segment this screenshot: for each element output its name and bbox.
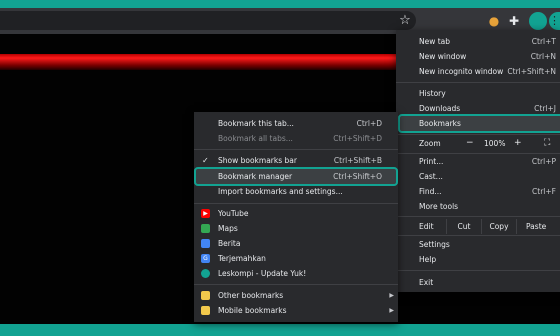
- zoom-out-button[interactable]: −: [466, 136, 474, 151]
- address-bar[interactable]: [0, 11, 416, 30]
- window-bottom-strip: [0, 324, 560, 336]
- menu-divider: [396, 270, 560, 271]
- bookmark-item-label: Terjemahkan: [218, 254, 266, 263]
- bookmark-item-label: Maps: [218, 224, 238, 233]
- window-top-strip: [0, 0, 560, 8]
- menu-divider: [194, 203, 398, 204]
- menu-zoom-row: Zoom − 100% + ⛶: [396, 136, 560, 151]
- bookmarks-submenu: Bookmark this tab... Ctrl+D Bookmark all…: [194, 112, 398, 322]
- mobile-bookmarks[interactable]: Mobile bookmarks ▶: [194, 303, 398, 318]
- zoom-level: 100%: [484, 139, 506, 148]
- bookmark-this-tab-label: Bookmark this tab...: [218, 119, 294, 128]
- menu-divider: [396, 134, 560, 135]
- star-icon[interactable]: ☆: [397, 11, 413, 30]
- maps-icon: [201, 224, 210, 233]
- cut-button[interactable]: Cut: [447, 219, 481, 234]
- menu-more-tools-label: More tools: [419, 202, 459, 211]
- bookmark-item-maps[interactable]: Maps: [194, 221, 398, 236]
- menu-new-incognito-shortcut: Ctrl+Shift+N: [507, 67, 556, 76]
- menu-print[interactable]: Print... Ctrl+P: [396, 154, 560, 169]
- copy-button[interactable]: Copy: [482, 219, 516, 234]
- show-bookmarks-bar[interactable]: ✓ Show bookmarks bar Ctrl+Shift+B: [194, 153, 398, 168]
- menu-divider: [194, 149, 398, 150]
- bookmark-this-tab-shortcut: Ctrl+D: [356, 119, 382, 128]
- show-bookmarks-bar-shortcut: Ctrl+Shift+B: [333, 156, 382, 165]
- translate-icon: G: [201, 254, 210, 263]
- bookmark-item-label: Leskompi - Update Yuk!: [218, 269, 307, 278]
- puzzle-icon[interactable]: ✚: [506, 13, 522, 29]
- menu-print-label: Print...: [419, 157, 444, 166]
- leskompi-icon: [201, 269, 210, 278]
- menu-history-label: History: [419, 89, 446, 98]
- menu-new-tab-label: New tab: [419, 37, 451, 46]
- menu-divider: [396, 235, 560, 236]
- kebab-menu-icon[interactable]: ⋮: [549, 12, 560, 30]
- menu-print-shortcut: Ctrl+P: [531, 157, 556, 166]
- bookmarks-highlight-outline: [398, 114, 560, 133]
- fullscreen-icon[interactable]: ⛶: [544, 136, 550, 151]
- bookmark-all-tabs[interactable]: Bookmark all tabs... Ctrl+Shift+D: [194, 131, 398, 146]
- chevron-right-icon: ▶: [389, 292, 394, 299]
- bookmark-item-label: YouTube: [218, 209, 249, 218]
- check-icon: ✓: [202, 156, 209, 165]
- menu-help-label: Help: [419, 255, 437, 264]
- menu-new-incognito[interactable]: New incognito window Ctrl+Shift+N: [396, 64, 560, 79]
- menu-history[interactable]: History: [396, 86, 560, 101]
- red-banner: [0, 54, 400, 70]
- menu-find[interactable]: Find... Ctrl+F: [396, 184, 560, 199]
- menu-more-tools[interactable]: More tools: [396, 199, 560, 214]
- menu-new-window-label: New window: [419, 52, 467, 61]
- bookmark-item-terjemahkan[interactable]: G Terjemahkan: [194, 251, 398, 266]
- menu-new-window[interactable]: New window Ctrl+N: [396, 49, 560, 64]
- menu-divider: [396, 82, 560, 83]
- bookmark-item-berita[interactable]: Berita: [194, 236, 398, 251]
- menu-exit-label: Exit: [419, 278, 434, 287]
- bookmark-this-tab[interactable]: Bookmark this tab... Ctrl+D: [194, 116, 398, 131]
- bookmark-all-tabs-label: Bookmark all tabs...: [218, 134, 293, 143]
- menu-new-tab[interactable]: New tab Ctrl+T: [396, 34, 560, 49]
- mobile-bookmarks-label: Mobile bookmarks: [218, 306, 287, 315]
- menu-divider: [396, 216, 560, 217]
- other-bookmarks-label: Other bookmarks: [218, 291, 284, 300]
- import-bookmarks-label: Import bookmarks and settings...: [218, 187, 343, 196]
- menu-help[interactable]: Help: [396, 252, 560, 267]
- menu-edit-row: Edit Cut Copy Paste: [396, 219, 560, 234]
- menu-settings-label: Settings: [419, 240, 450, 249]
- paste-button[interactable]: Paste: [517, 219, 560, 234]
- menu-edit-label: Edit: [419, 222, 434, 231]
- bookmark-item-leskompi[interactable]: Leskompi - Update Yuk!: [194, 266, 398, 281]
- show-bookmarks-bar-label: Show bookmarks bar: [218, 156, 297, 165]
- menu-zoom-label: Zoom: [419, 139, 441, 148]
- cookie-icon[interactable]: ●: [486, 13, 502, 29]
- chrome-main-menu: New tab Ctrl+T New window Ctrl+N New inc…: [396, 30, 560, 292]
- zoom-in-button[interactable]: +: [514, 136, 522, 151]
- menu-find-shortcut: Ctrl+F: [532, 187, 556, 196]
- avatar[interactable]: [529, 12, 547, 30]
- menu-new-window-shortcut: Ctrl+N: [530, 52, 556, 61]
- folder-icon: [201, 306, 210, 315]
- menu-settings[interactable]: Settings: [396, 237, 560, 252]
- folder-icon: [201, 291, 210, 300]
- menu-exit[interactable]: Exit: [396, 275, 560, 290]
- bookmark-item-label: Berita: [218, 239, 241, 248]
- menu-new-tab-shortcut: Ctrl+T: [531, 37, 556, 46]
- import-bookmarks[interactable]: Import bookmarks and settings...: [194, 184, 398, 199]
- menu-cast-label: Cast...: [419, 172, 443, 181]
- bookmark-item-youtube[interactable]: ▶ YouTube: [194, 206, 398, 221]
- other-bookmarks[interactable]: Other bookmarks ▶: [194, 288, 398, 303]
- news-icon: [201, 239, 210, 248]
- menu-divider: [194, 284, 398, 285]
- menu-new-incognito-label: New incognito window: [419, 67, 504, 76]
- bookmark-all-tabs-shortcut: Ctrl+Shift+D: [333, 134, 382, 143]
- menu-cast[interactable]: Cast...: [396, 169, 560, 184]
- menu-find-label: Find...: [419, 187, 442, 196]
- chevron-right-icon: ▶: [389, 307, 394, 314]
- youtube-icon: ▶: [201, 209, 210, 218]
